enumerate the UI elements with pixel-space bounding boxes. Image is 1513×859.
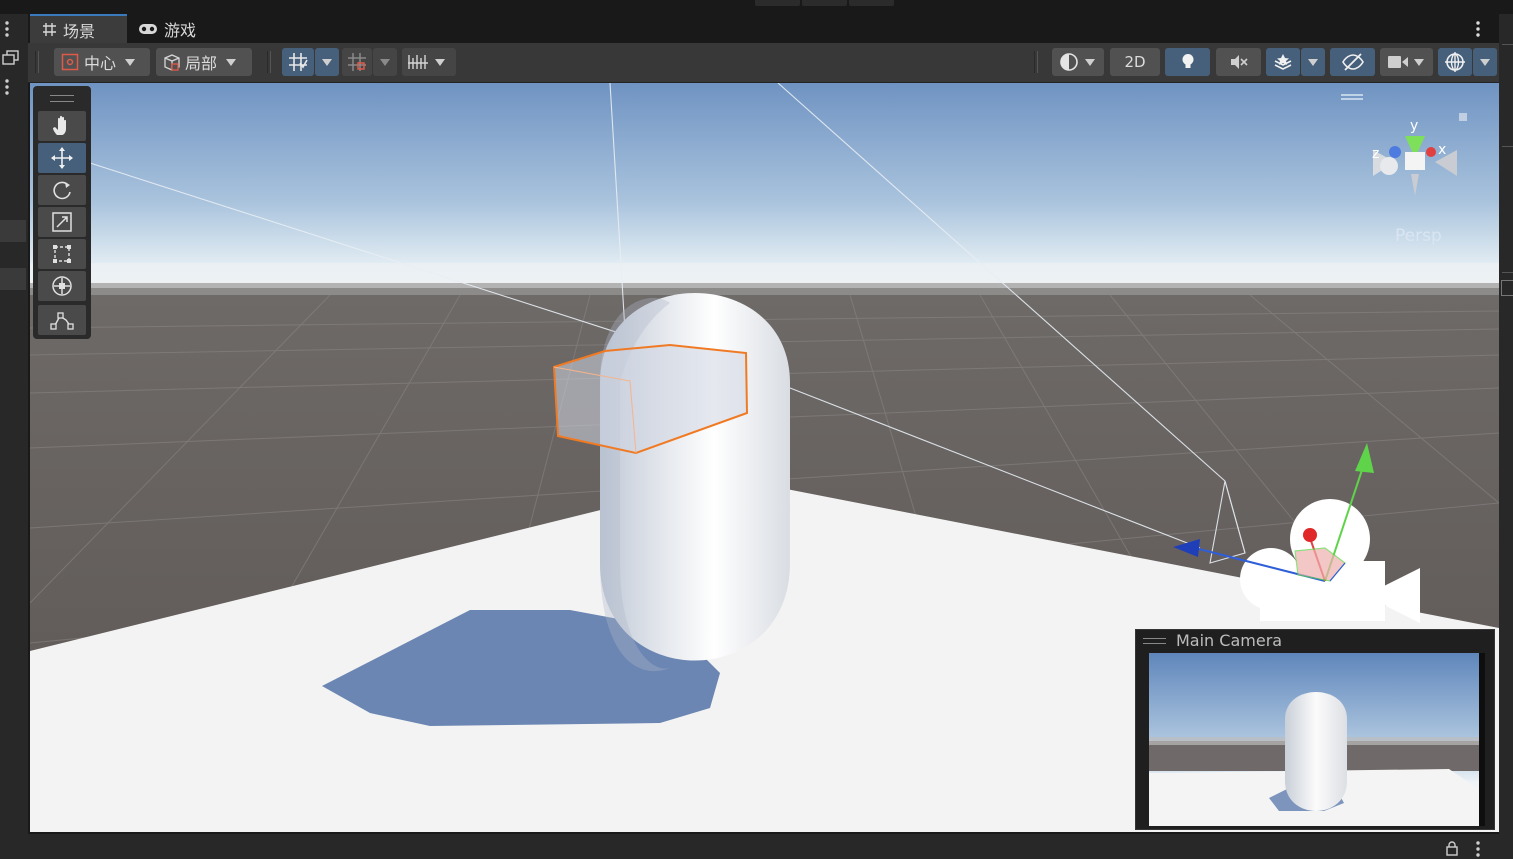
scene-camera-dropdown[interactable] [1380, 48, 1433, 76]
lightbulb-icon [1182, 54, 1193, 68]
chevron-down-icon [380, 58, 390, 66]
chevron-down-icon [1480, 58, 1490, 66]
camera-preview-overlay: Main Camera [1135, 629, 1495, 830]
transform-all-icon [52, 276, 72, 296]
tab-scene-label: 场景 [63, 21, 96, 41]
chevron-down-icon [1308, 58, 1318, 66]
grid-hash-icon [43, 23, 56, 36]
more-vertical-icon[interactable] [3, 78, 11, 96]
toggle-2d-label: 2D [1124, 53, 1146, 71]
tab-game-label: 游戏 [164, 20, 197, 40]
custom-tools-icon [50, 312, 74, 330]
svg-text:z: z [1372, 146, 1379, 162]
toolbar-grip[interactable] [35, 51, 39, 73]
scene-audio-button[interactable] [1216, 48, 1261, 76]
pivot-mode-dropdown[interactable]: 中心 [54, 48, 150, 76]
scene-visibility-button[interactable] [1330, 48, 1375, 76]
title-strip-button[interactable] [802, 0, 847, 6]
chevron-down-icon [226, 58, 237, 66]
gizmos-button[interactable] [1438, 48, 1472, 76]
snap-options-dropdown[interactable] [373, 48, 397, 76]
transform-tool-button[interactable] [38, 271, 86, 301]
toggle-2d-button[interactable]: 2D [1110, 48, 1160, 76]
tab-game[interactable]: 游戏 [138, 14, 228, 43]
move-tool-button[interactable] [38, 143, 86, 173]
rotate-icon [53, 181, 71, 200]
camera-preview-render [1149, 653, 1485, 826]
title-strip-button[interactable] [849, 0, 894, 6]
status-bar [0, 834, 1513, 859]
grid-options-dropdown[interactable] [315, 48, 339, 76]
draw-mode-dropdown[interactable] [1052, 48, 1104, 76]
panel-divider [1502, 44, 1513, 53]
panel-row-highlight[interactable] [0, 220, 26, 242]
toolbar-separator [267, 51, 271, 73]
right-panel [1499, 14, 1513, 834]
scene-effects-dropdown[interactable] [1301, 48, 1325, 76]
scene-effects-button[interactable] [1266, 48, 1300, 76]
increment-snap-dropdown[interactable] [402, 48, 456, 76]
scene-toolbar: 中心 局部 2D [28, 43, 1499, 83]
scene-lighting-button[interactable] [1165, 48, 1210, 76]
snap-increment-button[interactable] [342, 48, 372, 76]
panel-divider [1502, 146, 1513, 155]
ruler-icon [408, 55, 428, 69]
local-cube-icon [164, 53, 180, 71]
space-mode-dropdown[interactable]: 局部 [156, 48, 252, 76]
rotate-tool-button[interactable] [38, 175, 86, 205]
window-restore-icon[interactable] [2, 50, 20, 66]
left-panel [0, 14, 28, 834]
chevron-down-icon [1085, 58, 1095, 66]
more-vertical-icon[interactable] [1474, 840, 1482, 858]
rect-tool-button[interactable] [38, 239, 86, 269]
move-arrows-icon [51, 147, 73, 169]
gizmo-globe-icon [1445, 52, 1465, 72]
layers-effects-icon [1274, 54, 1292, 70]
custom-tool-button[interactable] [38, 305, 86, 335]
gizmos-dropdown[interactable] [1473, 48, 1497, 76]
lock-icon[interactable] [1446, 841, 1458, 856]
grid-increment-icon [348, 53, 366, 71]
pivot-mode-label: 中心 [84, 54, 117, 73]
more-vertical-icon[interactable] [3, 20, 11, 38]
space-mode-label: 局部 [185, 54, 218, 73]
toolbar-separator [1034, 51, 1038, 73]
shading-sphere-icon [1060, 53, 1078, 71]
chevron-down-icon [435, 58, 445, 66]
overlay-drag-handle[interactable] [50, 95, 74, 102]
chevron-down-icon [1414, 58, 1424, 66]
overlay-drag-handle[interactable] [1143, 638, 1166, 644]
hand-icon [53, 115, 66, 135]
rect-transform-icon [53, 245, 71, 263]
tools-overlay [33, 86, 91, 339]
gamepad-icon [139, 23, 157, 34]
grid-visibility-button[interactable] [282, 48, 314, 76]
tab-bar: 场景 游戏 [28, 14, 1499, 43]
preview-border [1479, 653, 1485, 826]
audio-mute-icon [1230, 55, 1248, 69]
title-strip-button[interactable] [755, 0, 800, 6]
pivot-center-icon [61, 53, 79, 71]
svg-text:y: y [1410, 118, 1418, 134]
svg-text:x: x [1438, 142, 1446, 158]
scale-tool-button[interactable] [38, 207, 86, 237]
camera-preview-title: Main Camera [1176, 631, 1283, 650]
panel-tab[interactable] [1501, 280, 1513, 296]
scale-icon [52, 212, 72, 232]
grid-snap-icon [289, 53, 308, 71]
video-camera-icon [1388, 56, 1408, 68]
chevron-down-icon [322, 58, 332, 66]
eye-hidden-icon [1341, 53, 1364, 71]
more-vertical-icon[interactable] [1474, 20, 1482, 38]
title-strip [0, 0, 1513, 14]
hand-tool-button[interactable] [38, 111, 86, 141]
tab-scene[interactable]: 场景 [30, 14, 127, 43]
chevron-down-icon [125, 58, 136, 66]
projection-label[interactable]: Persp [1395, 226, 1442, 246]
panel-row-highlight[interactable] [0, 268, 26, 290]
